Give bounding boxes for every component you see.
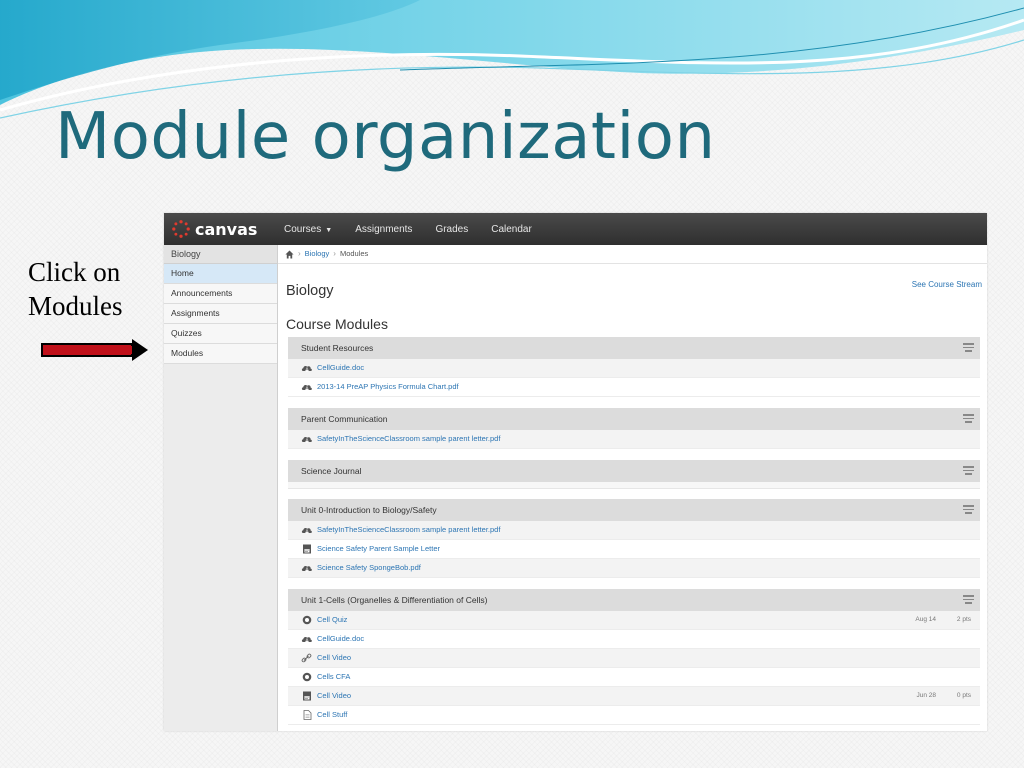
module-items: Cell Quiz Aug 14 2 pts CellGuide.doc Cell Vi… [288,611,980,725]
module-title: Student Resources [301,343,374,353]
module-title: Science Journal [301,466,362,476]
page-icon [303,710,312,720]
module-section: Parent Communication SafetyInTheScienceCl… [288,408,980,449]
global-nav-bar: canvas Courses ▼ Assignments Grades Calen… [164,213,987,245]
canvas-logo-icon [172,220,190,238]
quiz-icon [302,615,312,625]
module-item: 2013-14 PreAP Physics Formula Chart.pdf [288,378,980,397]
module-menu-icon[interactable] [963,595,974,605]
canvas-logo[interactable]: canvas [164,220,284,239]
module-section: Student Resources CellGuide.doc 2013-14 Pr… [288,337,980,397]
link-icon [301,653,312,663]
sidebar-item-quizzes[interactable]: Quizzes [164,324,277,344]
breadcrumb-separator-icon: › [298,249,301,258]
module-empty-body [288,482,980,489]
module-section: Unit 1-Cells (Organelles & Differentiati… [288,589,980,725]
attachment-icon [301,365,312,373]
module-title: Unit 1-Cells (Organelles & Differentiati… [301,595,488,605]
sidebar-item-assignments[interactable]: Assignments [164,304,277,324]
module-menu-icon[interactable] [963,343,974,353]
module-menu-icon[interactable] [963,505,974,515]
attachment-icon [301,565,312,573]
module-item-link[interactable]: CellGuide.doc [317,359,364,377]
module-item-link[interactable]: Cells CFA [317,668,350,686]
course-sidebar: Biology Home Announcements Assignments Q… [164,245,278,731]
module-header[interactable]: Student Resources [288,337,980,359]
module-item: Cell Video [288,649,980,668]
module-item: CellGuide.doc [288,630,980,649]
slide-title: Module organization [55,100,716,174]
module-item-points: 2 pts [956,616,971,623]
module-items: SafetyInTheScienceClassroom sample paren… [288,521,980,578]
module-items: SafetyInTheScienceClassroom sample paren… [288,430,980,449]
module-item: SafetyInTheScienceClassroom sample paren… [288,430,980,449]
chevron-down-icon: ▼ [325,226,333,234]
home-icon[interactable] [285,249,294,259]
module-item: Cell Quiz Aug 14 2 pts [288,611,980,630]
module-title: Parent Communication [301,414,388,424]
breadcrumb-current: Modules [339,249,369,258]
module-item-link[interactable]: Cell Video [317,687,351,705]
breadcrumb: › Biology › Modules [278,245,987,264]
module-header[interactable]: Unit 0-Introduction to Biology/Safety [288,499,980,521]
pointer-arrow-icon [41,339,148,361]
nav-grades[interactable]: Grades [435,224,468,235]
course-modules-heading: Course Modules [286,316,388,332]
module-item-link[interactable]: SafetyInTheScienceClassroom sample paren… [317,430,500,448]
module-item-link[interactable]: Science Safety Parent Sample Letter [317,540,440,558]
global-nav: Courses ▼ Assignments Grades Calendar [284,224,555,235]
main-content: › Biology › Modules See Course Stream Bi… [278,245,987,731]
module-item-link[interactable]: 2013-14 PreAP Physics Formula Chart.pdf [317,378,459,396]
module-title: Unit 0-Introduction to Biology/Safety [301,505,437,515]
nav-courses[interactable]: Courses ▼ [284,224,332,235]
module-item-link[interactable]: SafetyInTheScienceClassroom sample paren… [317,521,500,539]
module-item-due-date: Jun 28 [916,692,936,699]
attachment-icon [301,436,312,444]
canvas-logo-text: canvas [195,219,258,239]
module-section: Science Journal [288,460,980,489]
attachment-icon [301,384,312,392]
breadcrumb-separator-icon: › [333,249,336,258]
quiz-icon [302,672,312,682]
attachment-icon [301,527,312,535]
assignment-icon [303,691,311,701]
assignment-icon [303,544,311,554]
instruction-line-2: Modules [28,291,123,321]
module-item: Cells CFA [288,668,980,687]
module-item-due-date: Aug 14 [915,616,936,623]
module-menu-icon[interactable] [963,414,974,424]
attachment-icon [301,636,312,644]
nav-calendar[interactable]: Calendar [491,224,532,235]
module-item: Cell Stuff [288,706,980,725]
module-item-link[interactable]: Science Safety SpongeBob.pdf [317,559,421,577]
canvas-screenshot: canvas Courses ▼ Assignments Grades Calen… [164,213,987,731]
module-item: Science Safety SpongeBob.pdf [288,559,980,578]
module-menu-icon[interactable] [963,466,974,476]
breadcrumb-course[interactable]: Biology [305,245,330,263]
nav-assignments[interactable]: Assignments [355,224,412,235]
module-header[interactable]: Parent Communication [288,408,980,430]
module-item-link[interactable]: Cell Quiz [317,611,347,629]
module-item-link[interactable]: Cell Video [317,649,351,667]
module-item: Cell Video Jun 28 0 pts [288,687,980,706]
module-item: SafetyInTheScienceClassroom sample paren… [288,521,980,540]
sidebar-item-announcements[interactable]: Announcements [164,284,277,304]
module-item-points: 0 pts [956,692,971,699]
page-title: Biology [286,283,334,299]
sidebar-item-modules[interactable]: Modules [164,344,277,364]
sidebar-item-home[interactable]: Home [164,264,277,284]
nav-courses-label: Courses [284,223,322,235]
module-header[interactable]: Science Journal [288,460,980,482]
module-item: Science Safety Parent Sample Letter [288,540,980,559]
module-item-link[interactable]: CellGuide.doc [317,630,364,648]
instruction-note: Click on Modules [28,255,158,323]
module-item: CellGuide.doc [288,359,980,378]
instruction-line-1: Click on [28,257,121,287]
see-course-stream-link[interactable]: See Course Stream [912,280,982,289]
module-item-link[interactable]: Cell Stuff [317,706,347,724]
module-items: CellGuide.doc 2013-14 PreAP Physics Formu… [288,359,980,397]
sidebar-course-name[interactable]: Biology [164,245,277,264]
module-section: Unit 0-Introduction to Biology/Safety Saf… [288,499,980,578]
module-header[interactable]: Unit 1-Cells (Organelles & Differentiati… [288,589,980,611]
